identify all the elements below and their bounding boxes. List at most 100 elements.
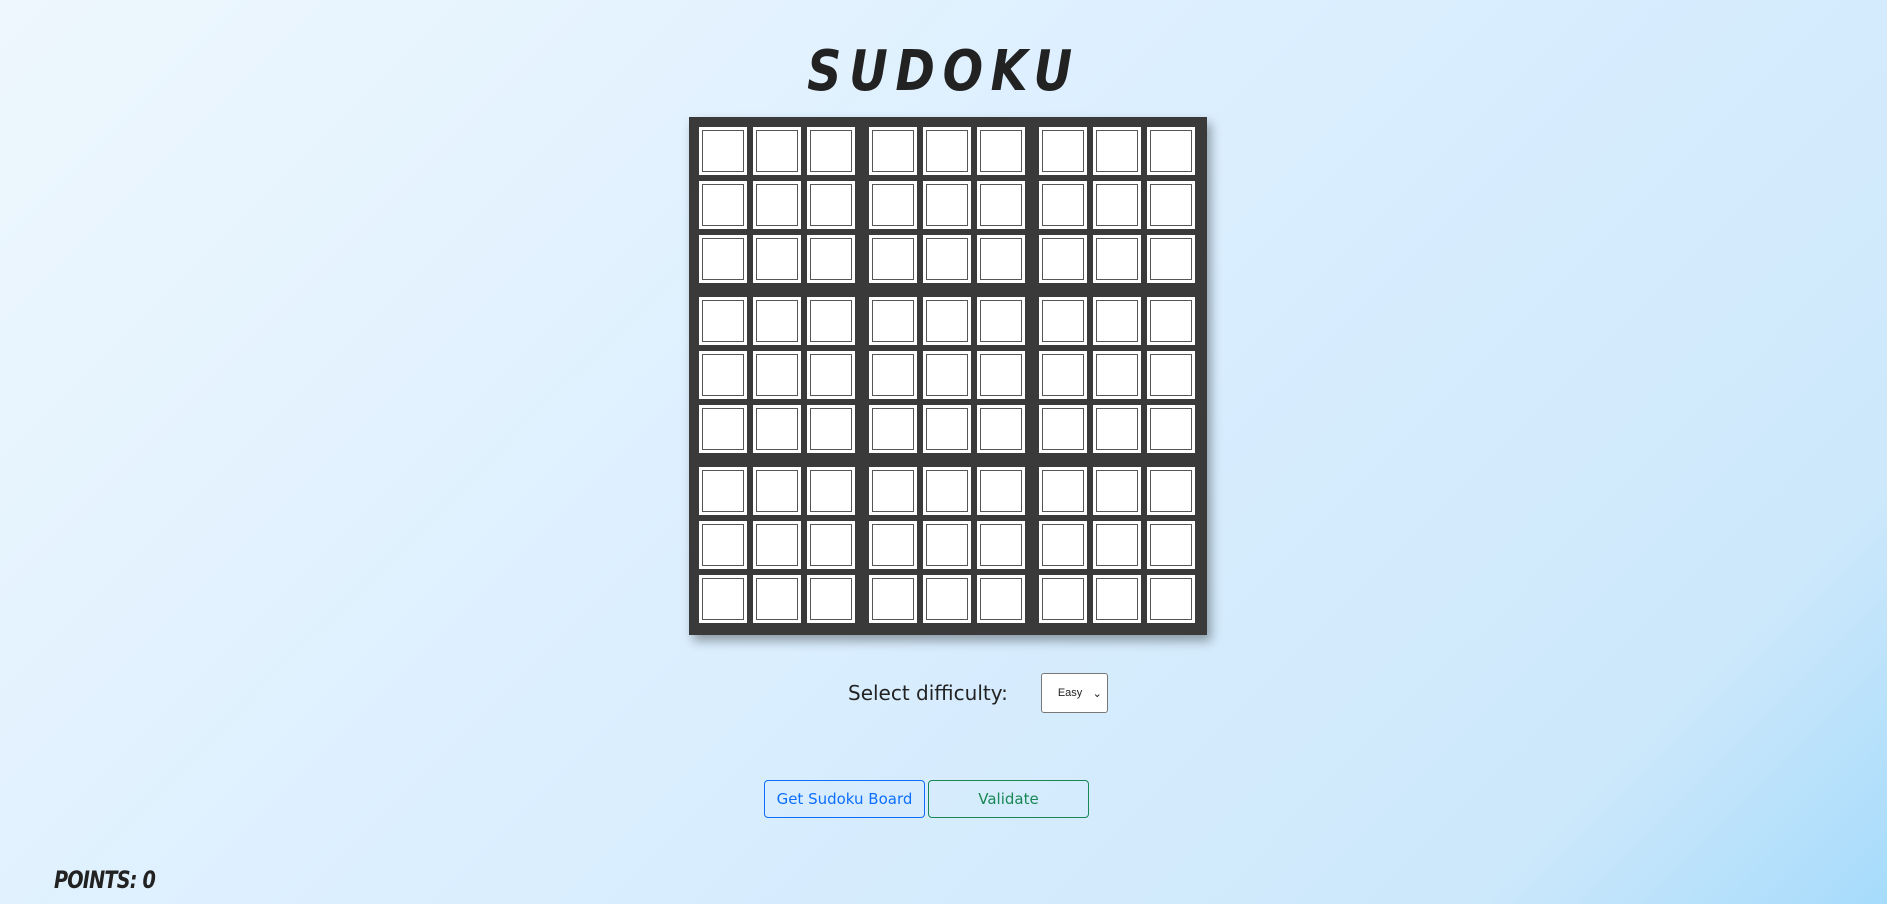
sudoku-cell[interactable] <box>753 405 801 453</box>
sudoku-cell[interactable] <box>977 235 1025 283</box>
sudoku-cell[interactable] <box>753 575 801 623</box>
sudoku-cell[interactable] <box>977 405 1025 453</box>
sudoku-cell[interactable] <box>869 405 917 453</box>
sudoku-cell[interactable] <box>753 235 801 283</box>
sudoku-cell[interactable] <box>1039 467 1087 515</box>
sudoku-cell[interactable] <box>807 297 855 345</box>
sudoku-cell-value <box>754 128 800 174</box>
sudoku-cell[interactable] <box>753 127 801 175</box>
sudoku-cell[interactable] <box>699 351 747 399</box>
sudoku-cell[interactable] <box>753 521 801 569</box>
sudoku-cell[interactable] <box>1039 405 1087 453</box>
sudoku-cell[interactable] <box>869 235 917 283</box>
sudoku-cell[interactable] <box>1093 467 1141 515</box>
sudoku-cell[interactable] <box>1093 127 1141 175</box>
sudoku-cell[interactable] <box>1147 127 1195 175</box>
sudoku-cell[interactable] <box>699 127 747 175</box>
sudoku-cell[interactable] <box>923 127 971 175</box>
sudoku-cell-value <box>978 468 1024 514</box>
sudoku-cell[interactable] <box>1039 127 1087 175</box>
sudoku-cell[interactable] <box>923 235 971 283</box>
sudoku-cell[interactable] <box>699 181 747 229</box>
sudoku-cell[interactable] <box>1093 297 1141 345</box>
sudoku-cell[interactable] <box>869 467 917 515</box>
sudoku-cell[interactable] <box>923 467 971 515</box>
sudoku-cell[interactable] <box>699 405 747 453</box>
sudoku-cell[interactable] <box>977 575 1025 623</box>
sudoku-cell-value <box>870 468 916 514</box>
sudoku-cell[interactable] <box>1147 405 1195 453</box>
get-sudoku-board-button[interactable]: Get Sudoku Board <box>764 780 925 818</box>
sudoku-cell[interactable] <box>977 351 1025 399</box>
sudoku-cell-value <box>754 236 800 282</box>
sudoku-cell-value <box>978 182 1024 228</box>
sudoku-cell-value <box>808 236 854 282</box>
sudoku-cell[interactable] <box>1093 405 1141 453</box>
sudoku-cell[interactable] <box>977 521 1025 569</box>
sudoku-cell[interactable] <box>1147 297 1195 345</box>
sudoku-cell[interactable] <box>1147 575 1195 623</box>
sudoku-cell[interactable] <box>1039 521 1087 569</box>
sudoku-cell[interactable] <box>1147 351 1195 399</box>
difficulty-select[interactable]: Easy ⌄ <box>1040 673 1108 713</box>
difficulty-row: Select difficulty: Easy ⌄ <box>848 673 1108 713</box>
sudoku-cell[interactable] <box>923 181 971 229</box>
sudoku-cell[interactable] <box>977 297 1025 345</box>
sudoku-cell[interactable] <box>1093 521 1141 569</box>
sudoku-cell[interactable] <box>753 467 801 515</box>
sudoku-cell-value <box>700 128 746 174</box>
sudoku-cell[interactable] <box>807 235 855 283</box>
sudoku-cell[interactable] <box>699 575 747 623</box>
sudoku-cell[interactable] <box>1093 351 1141 399</box>
sudoku-cell[interactable] <box>923 575 971 623</box>
sudoku-cell[interactable] <box>807 181 855 229</box>
sudoku-cell-value <box>870 576 916 622</box>
sudoku-cell[interactable] <box>807 467 855 515</box>
sudoku-cell[interactable] <box>977 181 1025 229</box>
sudoku-cell[interactable] <box>869 127 917 175</box>
sudoku-cell[interactable] <box>869 181 917 229</box>
sudoku-cell[interactable] <box>1147 521 1195 569</box>
sudoku-cell[interactable] <box>1039 297 1087 345</box>
sudoku-cell[interactable] <box>699 467 747 515</box>
sudoku-cell-value <box>1040 406 1086 452</box>
sudoku-cell[interactable] <box>1147 181 1195 229</box>
sudoku-cell[interactable] <box>807 351 855 399</box>
sudoku-cell[interactable] <box>753 297 801 345</box>
sudoku-cell[interactable] <box>1093 181 1141 229</box>
sudoku-cell[interactable] <box>1039 575 1087 623</box>
validate-button[interactable]: Validate <box>928 780 1089 818</box>
sudoku-cell[interactable] <box>807 405 855 453</box>
difficulty-selected-value: Easy <box>1057 687 1083 699</box>
sudoku-cell[interactable] <box>699 297 747 345</box>
sudoku-cell[interactable] <box>869 297 917 345</box>
sudoku-cell-value <box>1040 522 1086 568</box>
sudoku-cell[interactable] <box>807 521 855 569</box>
sudoku-cell[interactable] <box>1147 235 1195 283</box>
sudoku-cell-value <box>978 236 1024 282</box>
sudoku-cell[interactable] <box>923 521 971 569</box>
sudoku-cell-value <box>808 406 854 452</box>
sudoku-cell[interactable] <box>1039 235 1087 283</box>
sudoku-cell[interactable] <box>807 127 855 175</box>
sudoku-cell[interactable] <box>1039 181 1087 229</box>
sudoku-cell-value <box>924 468 970 514</box>
sudoku-cell[interactable] <box>977 467 1025 515</box>
sudoku-cell[interactable] <box>699 235 747 283</box>
sudoku-cell[interactable] <box>869 575 917 623</box>
sudoku-cell[interactable] <box>699 521 747 569</box>
sudoku-cell[interactable] <box>923 297 971 345</box>
sudoku-cell[interactable] <box>977 127 1025 175</box>
sudoku-cell[interactable] <box>1093 235 1141 283</box>
sudoku-cell[interactable] <box>869 521 917 569</box>
sudoku-cell[interactable] <box>923 351 971 399</box>
sudoku-cell[interactable] <box>807 575 855 623</box>
sudoku-cell[interactable] <box>1147 467 1195 515</box>
sudoku-cell[interactable] <box>869 351 917 399</box>
sudoku-cell[interactable] <box>753 181 801 229</box>
sudoku-cell[interactable] <box>1039 351 1087 399</box>
sudoku-cell[interactable] <box>1093 575 1141 623</box>
sudoku-cell[interactable] <box>923 405 971 453</box>
sudoku-cell[interactable] <box>753 351 801 399</box>
sudoku-cell-value <box>808 182 854 228</box>
